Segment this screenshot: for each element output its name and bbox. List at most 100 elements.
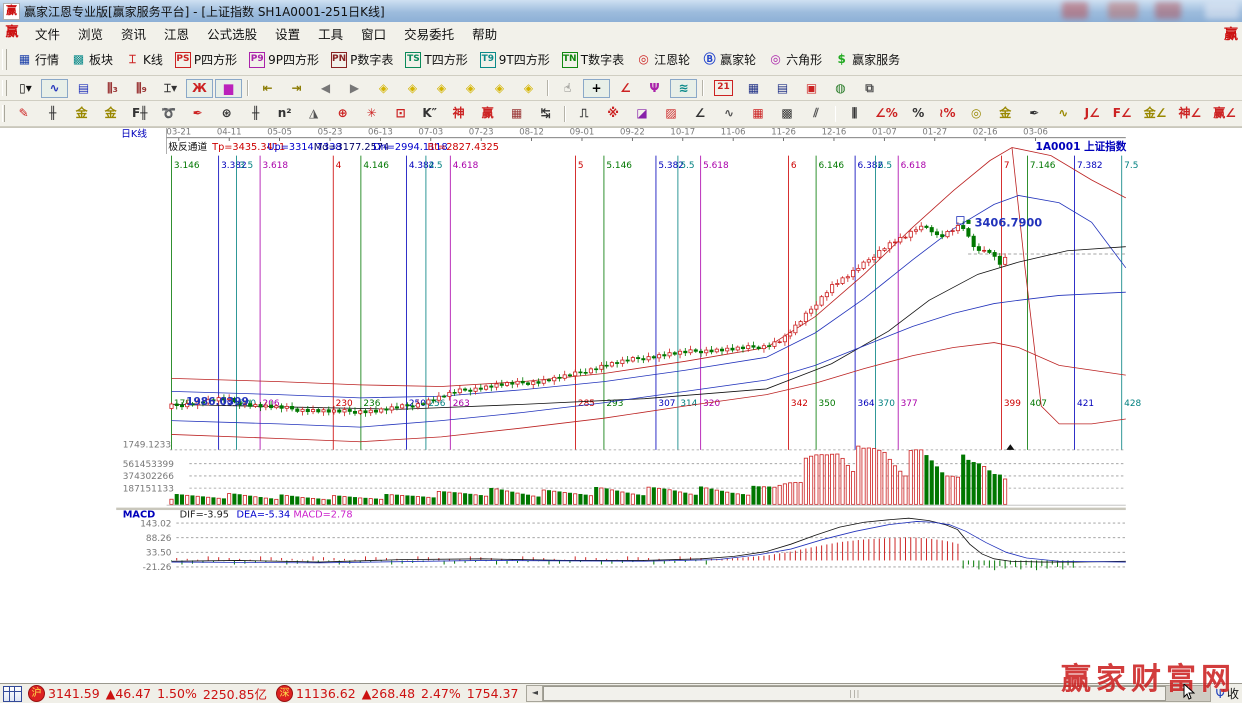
k-quote-button[interactable]: K″: [416, 104, 443, 123]
winner-service-button[interactable]: $赢家服务: [829, 49, 905, 70]
percent-tool-button[interactable]: %: [905, 104, 932, 123]
hexagon-button[interactable]: ◎六角形: [763, 49, 827, 70]
span-arrows-button[interactable]: ↹: [532, 104, 559, 123]
kline-button[interactable]: ⌶K线: [120, 49, 168, 70]
ying-tool-button[interactable]: 赢: [474, 104, 501, 123]
kline-style-dropdown-button[interactable]: ▯▾: [12, 79, 39, 98]
scroll-thumb[interactable]: |||: [543, 686, 1166, 701]
gold-angle-button[interactable]: 金∠: [1139, 104, 1172, 123]
pen-tool-button[interactable]: ✎: [10, 104, 37, 123]
9t-square-button[interactable]: T99T四方形: [475, 49, 555, 70]
n2-tool-button[interactable]: n²: [271, 104, 298, 123]
info-panel-button[interactable]: ▤: [70, 79, 97, 98]
zigzag-tool-button[interactable]: ∿: [716, 104, 743, 123]
scroll-left-button[interactable]: ◄: [527, 686, 543, 701]
skip-first-button[interactable]: ⇤: [254, 79, 281, 98]
angle-line-button[interactable]: ∠: [687, 104, 714, 123]
square-target-button[interactable]: ⊡: [387, 104, 414, 123]
circle-cross-button[interactable]: ⊕: [329, 104, 356, 123]
menu-item-文件[interactable]: 文件: [26, 22, 69, 45]
menu-item-交易委托[interactable]: 交易委托: [395, 22, 463, 45]
volume-bar: [233, 494, 236, 504]
pole-tool-button[interactable]: ⎍: [571, 104, 598, 123]
quote-table-icon[interactable]: [3, 686, 22, 702]
gold-gate-b-button[interactable]: 金: [97, 104, 124, 123]
t-square-button[interactable]: TST四方形: [400, 49, 472, 70]
star-wheel-button[interactable]: ✳: [358, 104, 385, 123]
menu-item-资讯[interactable]: 资讯: [112, 22, 155, 45]
bars-3-button[interactable]: ⫼₃: [99, 79, 126, 98]
wave-tool-button[interactable]: ≋: [670, 79, 697, 98]
ying-angle-button[interactable]: 赢∠: [1208, 104, 1241, 123]
curve-chart-button[interactable]: ∿: [41, 79, 68, 98]
hash-ruler-button[interactable]: ╫: [242, 104, 269, 123]
extreme-channel-button[interactable]: Ж: [186, 79, 213, 98]
brush-tool-button[interactable]: ✒: [184, 104, 211, 123]
wave-gold-button[interactable]: ∿: [1050, 104, 1077, 123]
p-square-button[interactable]: PSP四方形: [170, 49, 242, 70]
slant-lines-button[interactable]: ⫽: [803, 104, 830, 123]
menu-item-帮助[interactable]: 帮助: [463, 22, 506, 45]
menu-item-窗口[interactable]: 窗口: [352, 22, 395, 45]
winner-wheel-button[interactable]: Ⓑ赢家轮: [697, 49, 761, 70]
ink-pen-button[interactable]: ✒: [1021, 104, 1048, 123]
diamond-right-button[interactable]: ◈: [399, 79, 426, 98]
gann-wheel-button[interactable]: ◎江恩轮: [631, 49, 695, 70]
spiral-tool-button[interactable]: ➰: [155, 104, 182, 123]
p-number-table-button[interactable]: PNP数字表: [326, 49, 398, 70]
tick-ruler-button[interactable]: ╫: [39, 104, 66, 123]
chart-globe-button[interactable]: ◍: [827, 79, 854, 98]
grid-dark-button[interactable]: ▩: [774, 104, 801, 123]
skip-last-button[interactable]: ⇥: [283, 79, 310, 98]
step-back-button[interactable]: ◀: [312, 79, 339, 98]
menu-item-江恩[interactable]: 江恩: [155, 22, 198, 45]
save-button[interactable]: ▣: [798, 79, 825, 98]
gann-shape-tool-button[interactable]: Ψ: [641, 79, 668, 98]
gann-box-red-button[interactable]: ▨: [658, 104, 685, 123]
9p-square-button[interactable]: P99P四方形: [244, 49, 324, 70]
ray-fan-button[interactable]: ※: [600, 104, 627, 123]
color-histogram-button[interactable]: ▆: [215, 79, 242, 98]
kline-chart[interactable]: 03-2104-1105-0505-2306-1307-0307-2308-12…: [0, 128, 1242, 684]
menu-item-设置[interactable]: 设置: [266, 22, 309, 45]
chart-area[interactable]: 03-2104-1105-0505-2306-1307-0307-2308-12…: [0, 127, 1242, 684]
t-number-table-button[interactable]: TNT数字表: [557, 49, 629, 70]
angle-pen-tool-button[interactable]: ∠: [612, 79, 639, 98]
menu-item-浏览[interactable]: 浏览: [69, 22, 112, 45]
scale-bars-button[interactable]: ⫼: [841, 104, 868, 123]
horizontal-scrollbar[interactable]: ◄ |||: [526, 685, 1210, 702]
gold-lines-button[interactable]: 金: [992, 104, 1019, 123]
shen-angle-button[interactable]: 神∠: [1173, 104, 1206, 123]
single-candle-button[interactable]: ⌶▾: [157, 79, 184, 98]
calendar-button[interactable]: 21: [709, 78, 738, 98]
diamond-hspan-button[interactable]: ◈: [428, 79, 455, 98]
diamond-compress-button[interactable]: ◈: [457, 79, 484, 98]
gold-circle-button[interactable]: ◎: [963, 104, 990, 123]
sectors-button[interactable]: ▩板块: [66, 49, 118, 70]
menu-item-公式选股[interactable]: 公式选股: [198, 22, 266, 45]
bars-9-button[interactable]: ⫼₉: [128, 79, 155, 98]
diamond-star-button[interactable]: ◈: [486, 79, 513, 98]
crosshair-tool-button[interactable]: +: [583, 79, 610, 98]
calculator-button[interactable]: ▦: [740, 79, 767, 98]
step-forward-button[interactable]: ▶: [341, 79, 368, 98]
shen-tool-button[interactable]: 神: [445, 104, 472, 123]
f-ruler-button[interactable]: F╫: [126, 104, 153, 123]
diamond-left-button[interactable]: ◈: [370, 79, 397, 98]
hand-tool-button[interactable]: ☝: [554, 79, 581, 98]
mirror-angle-button[interactable]: ◮: [300, 104, 327, 123]
grid-123-button[interactable]: ▦: [503, 104, 530, 123]
diamond-cross-button[interactable]: ◈: [515, 79, 542, 98]
memo-button[interactable]: ▤: [769, 79, 796, 98]
slope-percent-button[interactable]: ∠%: [870, 104, 903, 123]
export-print-button[interactable]: ⧉: [856, 79, 883, 98]
grid-red-button[interactable]: ▦: [745, 104, 772, 123]
circle-ticks-button[interactable]: ⊛: [213, 104, 240, 123]
wave-percent-button[interactable]: ≀%: [934, 104, 961, 123]
quotes-button[interactable]: ▦行情: [12, 49, 64, 70]
j-angle-button[interactable]: J∠: [1079, 104, 1106, 123]
gold-gate-a-button[interactable]: 金: [68, 104, 95, 123]
f-angle-button[interactable]: F∠: [1108, 104, 1137, 123]
gann-box-purple-button[interactable]: ◪: [629, 104, 656, 123]
menu-item-工具[interactable]: 工具: [309, 22, 352, 45]
